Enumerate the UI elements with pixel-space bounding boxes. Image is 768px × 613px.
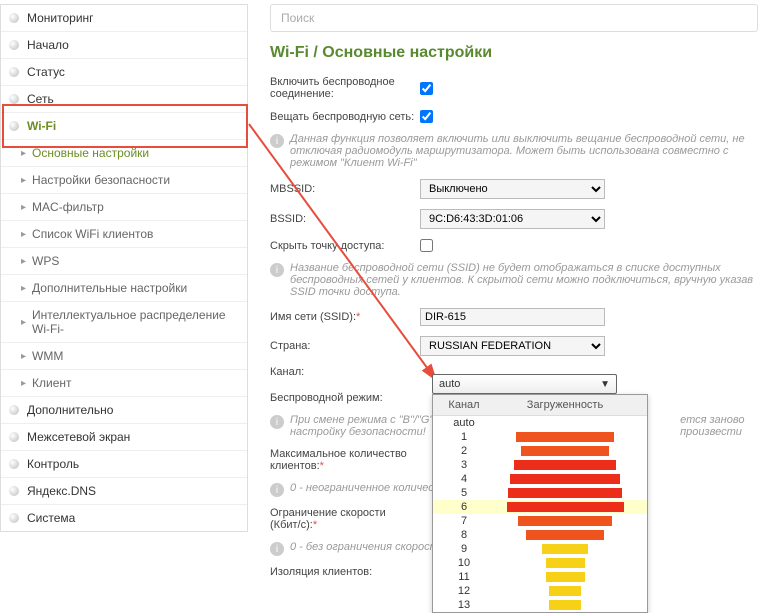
ssid-label: Имя сети (SSID):* — [270, 311, 420, 323]
load-bar — [510, 474, 621, 484]
channel-option-auto[interactable]: auto — [433, 416, 647, 430]
channel-label: Канал: — [270, 366, 420, 378]
bullet-icon — [9, 13, 19, 23]
channel-option-1[interactable]: 1 — [433, 430, 647, 444]
channel-option-11[interactable]: 11 — [433, 570, 647, 584]
nav-control[interactable]: Контроль — [1, 451, 247, 478]
chevron-right-icon: ▸ — [21, 317, 26, 328]
nav-wifi[interactable]: Wi-Fi — [1, 113, 247, 140]
max-clients-label: Максимальное количество клиентов:* — [270, 448, 420, 472]
load-bar — [516, 432, 614, 442]
chevron-right-icon: ▸ — [21, 202, 26, 213]
bullet-icon — [9, 94, 19, 104]
nav-wifi-advanced[interactable]: ▸Дополнительные настройки — [1, 275, 247, 302]
broadcast-checkbox[interactable] — [420, 110, 433, 123]
bullet-icon — [9, 459, 19, 469]
bssid-select[interactable]: 9C:D6:43:3D:01:06 — [420, 209, 605, 229]
load-bar — [546, 572, 585, 582]
channel-option-12[interactable]: 12 — [433, 584, 647, 598]
bullet-icon — [9, 40, 19, 50]
mode-label: Беспроводной режим: — [270, 392, 420, 404]
nav-system[interactable]: Система — [1, 505, 247, 531]
mbssid-label: MBSSID: — [270, 183, 420, 195]
channel-select[interactable]: auto ▼ — [432, 374, 617, 394]
load-bar — [507, 502, 624, 512]
load-bar — [546, 558, 585, 568]
enable-wireless-label: Включить беспроводное соединение: — [270, 76, 420, 100]
bullet-icon — [9, 67, 19, 77]
chevron-down-icon: ▼ — [600, 379, 610, 390]
info-icon: i — [270, 542, 284, 556]
nav-yandex-dns[interactable]: Яндекс.DNS — [1, 478, 247, 505]
channel-option-10[interactable]: 10 — [433, 556, 647, 570]
mbssid-select[interactable]: Выключено — [420, 179, 605, 199]
info-icon: i — [270, 483, 284, 497]
search-input[interactable]: Поиск — [270, 4, 758, 32]
channel-option-4[interactable]: 4 — [433, 472, 647, 486]
ssid-input[interactable] — [420, 308, 605, 326]
broadcast-label: Вещать беспроводную сеть: — [270, 111, 420, 123]
channel-option-5[interactable]: 5 — [433, 486, 647, 500]
channel-option-8[interactable]: 8 — [433, 528, 647, 542]
nav-wifi-mac[interactable]: ▸MAC-фильтр — [1, 194, 247, 221]
nav-wifi-basic[interactable]: ▸Основные настройки — [1, 140, 247, 167]
info-icon: i — [270, 263, 284, 277]
load-bar — [521, 446, 609, 456]
nav-wifi-client[interactable]: ▸Клиент — [1, 370, 247, 397]
chevron-right-icon: ▸ — [21, 256, 26, 267]
load-bar — [518, 516, 612, 526]
chevron-right-icon: ▸ — [21, 378, 26, 389]
nav-firewall[interactable]: Межсетевой экран — [1, 424, 247, 451]
load-bar — [514, 460, 615, 470]
load-bar — [542, 544, 588, 554]
bullet-icon — [9, 432, 19, 442]
dropdown-header: Канал Загруженность — [433, 395, 647, 416]
info-icon: i — [270, 134, 284, 148]
info-icon: i — [270, 415, 284, 429]
channel-option-9[interactable]: 9 — [433, 542, 647, 556]
chevron-right-icon: ▸ — [21, 175, 26, 186]
channel-dropdown-list: Канал Загруженность auto1234567891011121… — [432, 394, 648, 613]
sidebar: Мониторинг Начало Статус Сеть Wi-Fi ▸Осн… — [0, 4, 248, 532]
hide-ap-checkbox[interactable] — [420, 239, 433, 252]
bullet-icon — [9, 486, 19, 496]
nav-wifi-smart[interactable]: ▸Интеллектуальное распределение Wi-Fi- — [1, 302, 247, 343]
nav-wifi-security[interactable]: ▸Настройки безопасности — [1, 167, 247, 194]
bullet-icon — [9, 121, 19, 131]
country-select[interactable]: RUSSIAN FEDERATION — [420, 336, 605, 356]
nav-advanced[interactable]: Дополнительно — [1, 397, 247, 424]
hide-ap-label: Скрыть точку доступа: — [270, 240, 420, 252]
channel-option-13[interactable]: 13 — [433, 598, 647, 612]
channel-option-6[interactable]: 6 — [433, 500, 647, 514]
nav-wifi-wps[interactable]: ▸WPS — [1, 248, 247, 275]
nav-network[interactable]: Сеть — [1, 86, 247, 113]
bullet-icon — [9, 405, 19, 415]
bullet-icon — [9, 513, 19, 523]
nav-monitoring[interactable]: Мониторинг — [1, 5, 247, 32]
broadcast-hint: iДанная функция позволяет включить или в… — [270, 133, 758, 169]
load-bar — [508, 488, 622, 498]
chevron-right-icon: ▸ — [21, 283, 26, 294]
channel-option-2[interactable]: 2 — [433, 444, 647, 458]
load-bar — [549, 600, 582, 610]
chevron-right-icon: ▸ — [21, 148, 26, 159]
nav-status[interactable]: Статус — [1, 59, 247, 86]
channel-option-7[interactable]: 7 — [433, 514, 647, 528]
bssid-label: BSSID: — [270, 213, 420, 225]
speed-limit-label: Ограничение скорости (Кбит/c):* — [270, 507, 420, 531]
chevron-right-icon: ▸ — [21, 229, 26, 240]
country-label: Страна: — [270, 340, 420, 352]
nav-start[interactable]: Начало — [1, 32, 247, 59]
nav-wifi-clients[interactable]: ▸Список WiFi клиентов — [1, 221, 247, 248]
page-title: Wi-Fi / Основные настройки — [270, 44, 758, 62]
load-bar — [526, 530, 604, 540]
chevron-right-icon: ▸ — [21, 351, 26, 362]
nav-wifi-wmm[interactable]: ▸WMM — [1, 343, 247, 370]
hide-ap-hint: iНазвание беспроводной сети (SSID) не бу… — [270, 262, 758, 298]
channel-option-3[interactable]: 3 — [433, 458, 647, 472]
enable-wireless-checkbox[interactable] — [420, 82, 433, 95]
isolation-label: Изоляция клиентов: — [270, 566, 420, 578]
